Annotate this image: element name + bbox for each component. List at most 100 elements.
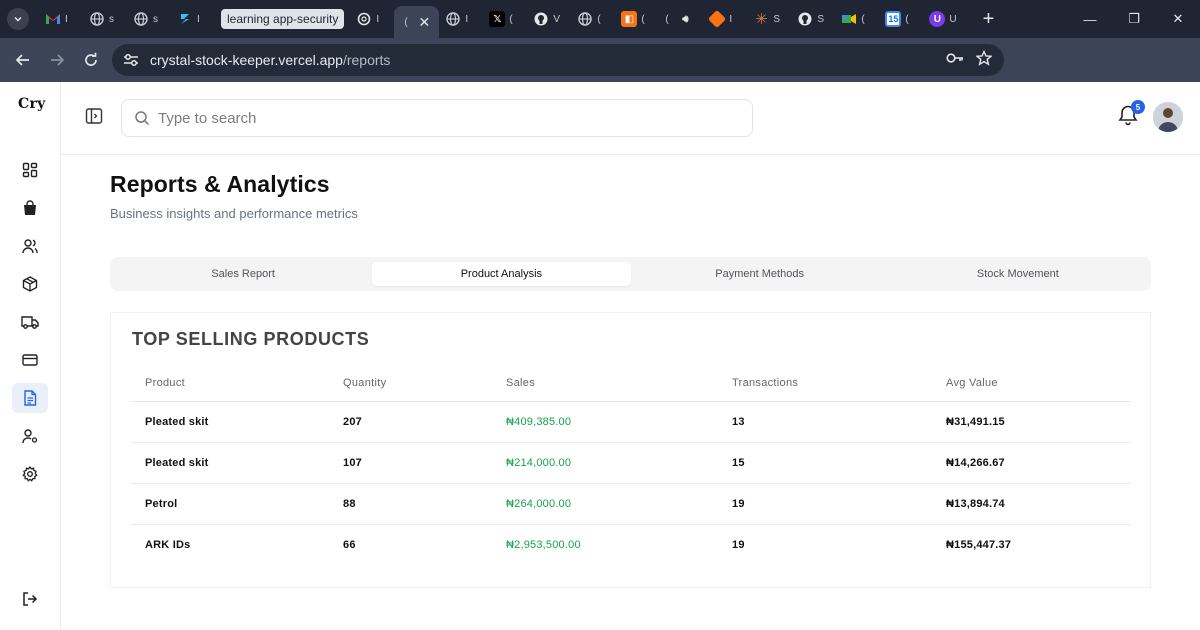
users-icon [22,239,38,254]
sidebar-item-sales[interactable] [12,193,48,223]
tab-label: ( [404,16,408,28]
credit-card-icon [22,354,38,366]
address-bar[interactable]: crystal-stock-keeper.vercel.app/reports [112,44,1004,76]
minimize-button[interactable]: — [1068,0,1112,38]
package-icon [22,276,38,292]
tab-stock-movement[interactable]: Stock Movement [889,262,1147,286]
quantity-cell: 207 [329,401,492,443]
sales-cell: ₦214,000.00 [492,442,718,484]
search-input[interactable] [158,109,718,127]
avg-value-cell: ₦14,266.67 [932,442,1131,484]
product-cell: Petrol [131,483,329,525]
browser-toolbar: crystal-stock-keeper.vercel.app/reports [0,38,1200,108]
browser-tab[interactable]: U U [923,4,967,34]
url-host: crystal-stock-keeper.vercel.app [150,52,343,68]
sidebar-item-reports[interactable] [12,383,48,413]
sidebar-item-settings[interactable] [12,459,48,489]
tab-sales-report[interactable]: Sales Report [114,262,372,286]
quantity-cell: 66 [343,538,356,551]
stack-icon [177,11,193,27]
site-settings-icon[interactable] [116,45,146,75]
globe-icon [577,11,593,27]
tab-label: ( [665,13,669,25]
browser-tab[interactable]: S [791,4,835,34]
tab-label: ( [905,13,909,25]
maximize-button[interactable]: ❐ [1112,0,1156,38]
browser-tab[interactable]: I [39,4,83,34]
sales-cell: ₦2,953,500.00 [506,538,581,551]
globe-icon [445,11,461,27]
reload-button[interactable] [74,43,108,77]
password-key-icon[interactable] [946,51,964,69]
browser-tab-strip: I s s I learning app-security I ( ✕ I 𝕏 … [0,0,1200,38]
product-cell: Pleated skit [131,401,329,443]
back-button[interactable] [6,43,40,77]
quantity-cell: 88 [329,483,492,525]
new-tab-button[interactable]: + [975,6,1001,32]
card-title: TOP SELLING PRODUCTS [132,329,370,349]
logout-button[interactable] [12,584,48,614]
sidebar-item-dashboard[interactable] [12,155,48,185]
sidebar-item-delivery[interactable] [12,307,48,337]
browser-tab[interactable]: s [83,4,127,34]
calendar-icon: 15 [885,11,902,27]
file-text-icon [24,390,37,406]
browser-tab[interactable]: 𝕏 ( [483,4,527,34]
close-icon[interactable]: ✕ [416,14,432,30]
browser-tab[interactable]: ✳ S [747,4,791,34]
tab-product-analysis[interactable]: Product Analysis [372,262,631,286]
forward-button[interactable] [40,43,74,77]
sidebar-item-customers[interactable] [12,231,48,261]
sidebar-item-products[interactable] [12,269,48,299]
sidebar-item-users[interactable] [12,421,48,451]
table-header-row: Product Quantity Sales Transactions Avg … [131,365,1131,402]
table-row: Pleated skit 207 ₦409,385.00 13 ₦31,491.… [131,401,1131,443]
product-cell: Pleated skit [131,442,329,484]
browser-tab[interactable]: ◧ ( [615,4,659,34]
column-header: Transactions [718,365,932,402]
claude-icon: ✳ [755,11,768,28]
transactions-cell: 19 [718,483,932,525]
transactions-cell: 19 [732,538,745,551]
browser-tab[interactable]: I [703,4,747,34]
browser-tab[interactable]: V [527,4,571,34]
browser-tab[interactable]: ( [835,4,879,34]
tab-label: S [773,13,781,25]
tab-label: S [817,13,825,25]
tab-search-button[interactable] [7,8,29,30]
browser-tab[interactable]: 15 ( [879,4,923,34]
tab-label: ( [861,13,865,25]
tab-payment-methods[interactable]: Payment Methods [631,262,889,286]
browser-tab[interactable]: I [171,4,215,34]
tab-label: ( [597,13,601,25]
bookmark-star-icon[interactable] [975,49,993,71]
column-header: Avg Value [932,365,1131,402]
sidebar-toggle-button[interactable] [85,107,105,127]
report-tabs: Sales Report Product Analysis Payment Me… [110,257,1151,291]
tab-label: I [465,13,469,25]
app-logo[interactable]: Cry [18,96,46,112]
globe-icon [89,11,105,27]
openai-icon [356,11,372,27]
user-avatar[interactable] [1153,102,1183,132]
transactions-cell: 15 [718,442,932,484]
table-row: ARK IDs 66 ₦2,953,500.00 19 ₦155,447.37 [131,524,1131,565]
user-cog-icon [22,429,38,444]
tab-label: I [729,13,733,25]
browser-tab[interactable]: I [350,4,394,34]
meet-icon [841,11,857,27]
github-icon [533,11,549,27]
browser-tab[interactable]: s [127,4,171,34]
table-row: Pleated skit 107 ₦214,000.00 15 ₦14,266.… [131,442,1131,484]
browser-tab[interactable]: I [439,4,483,34]
shopping-bag-icon [24,200,36,215]
sidebar-item-payments[interactable] [12,345,48,375]
avg-value-cell: ₦13,894.74 [932,483,1131,525]
close-window-button[interactable]: ✕ [1156,0,1200,38]
speaker-icon: 🔊︎ [682,13,689,25]
tab-label: s [109,13,114,25]
logout-icon [23,592,38,606]
browser-tab[interactable]: ( 🔊︎ [659,4,703,34]
browser-tab[interactable]: ( [571,4,615,34]
browser-tab-active[interactable]: ( ✕ [394,6,440,38]
